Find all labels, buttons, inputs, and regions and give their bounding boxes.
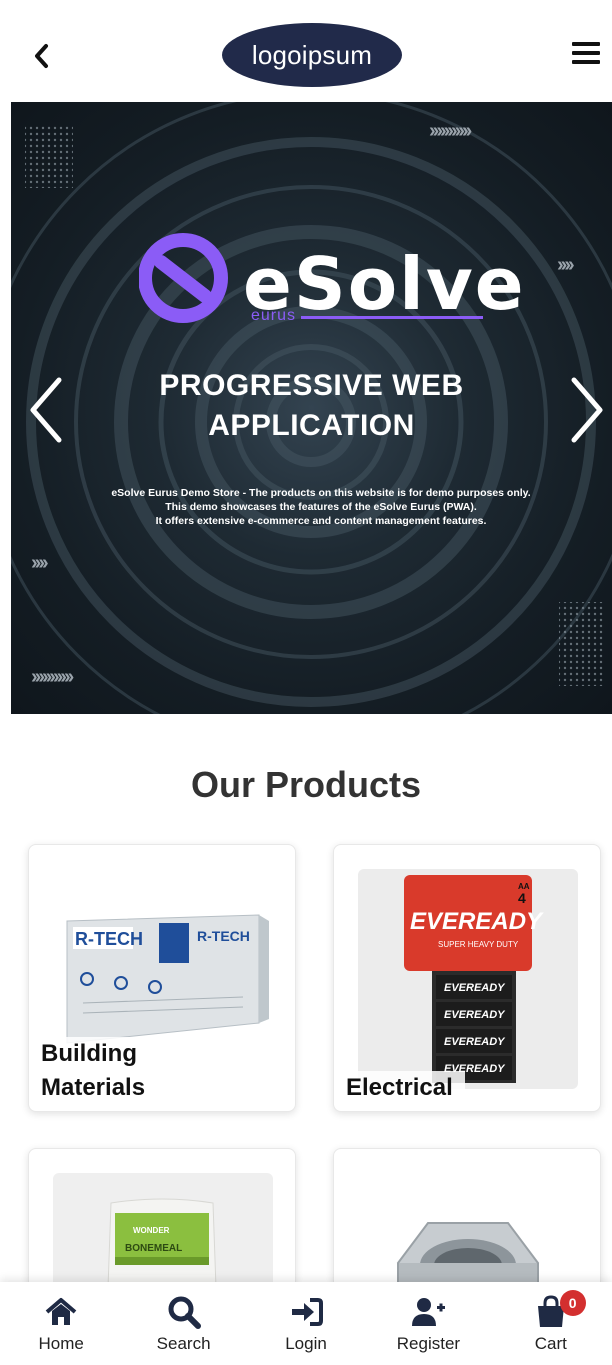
- hero-banner[interactable]: eSolve eurus PROGRESSIVE WEB APPLICATION…: [11, 102, 612, 714]
- nav-label: Cart: [534, 1334, 567, 1353]
- chevron-right-icon: [571, 377, 603, 443]
- chevron-left-icon: [30, 377, 62, 443]
- svg-text:EVEREADY: EVEREADY: [410, 908, 544, 935]
- svg-text:4: 4: [518, 890, 526, 906]
- product-card-label: Electrical: [334, 1071, 465, 1105]
- section-title: Our Products: [190, 764, 422, 805]
- chevron-row-decoration: ››››: [31, 552, 49, 574]
- chevron-row-decoration: ›››››››››››: [31, 666, 74, 688]
- hero-next-button[interactable]: [566, 374, 608, 446]
- svg-text:WONDER: WONDER: [133, 1226, 170, 1235]
- svg-text:R-TECH: R-TECH: [197, 928, 250, 944]
- svg-text:R-TECH: R-TECH: [75, 929, 143, 949]
- back-button[interactable]: [26, 38, 56, 74]
- nav-label: Home: [38, 1334, 84, 1353]
- hero-title: PROGRESSIVE WEB APPLICATION: [159, 369, 464, 442]
- nav-label: Register: [396, 1334, 461, 1353]
- site-logo[interactable]: logoipsum: [222, 23, 402, 87]
- hero-description: eSolve Eurus Demo Store - The products o…: [111, 487, 531, 527]
- product-card-electrical[interactable]: AA 4 EVEREADY SUPER HEAVY DUTY EVEREADY …: [333, 844, 601, 1112]
- login-icon: [292, 1298, 324, 1326]
- user-plus-icon: [412, 1298, 446, 1326]
- svg-text:EVEREADY: EVEREADY: [444, 1009, 506, 1021]
- chevron-row-decoration: ›››››››››››: [429, 120, 472, 142]
- insulation-board-image: R-TECH R-TECH: [66, 914, 269, 1044]
- hero-prev-button[interactable]: [25, 374, 67, 446]
- svg-text:EVEREADY: EVEREADY: [444, 1036, 506, 1048]
- nav-label: Search: [156, 1334, 211, 1353]
- hamburger-menu-icon: [572, 42, 600, 46]
- product-card-building-materials[interactable]: R-TECH R-TECH Building Materials: [28, 844, 296, 1112]
- product-card-label: Building Materials: [29, 1037, 158, 1105]
- app-header: logoipsum: [0, 0, 612, 102]
- nav-search[interactable]: Search: [122, 1282, 244, 1365]
- nav-label: Login: [285, 1334, 327, 1353]
- nav-login[interactable]: Login: [245, 1282, 367, 1365]
- brand-underline: [301, 316, 483, 319]
- nav-cart[interactable]: 0 Cart: [490, 1282, 612, 1365]
- svg-text:EVEREADY: EVEREADY: [444, 982, 506, 994]
- home-icon: [45, 1298, 77, 1325]
- cart-count-badge: 0: [559, 1290, 586, 1316]
- menu-button[interactable]: [572, 42, 600, 70]
- svg-text:BONEMEAL: BONEMEAL: [125, 1243, 182, 1254]
- nav-register[interactable]: Register: [367, 1282, 489, 1365]
- search-icon: [168, 1296, 201, 1329]
- logo-text: logoipsum: [251, 39, 373, 70]
- bottom-navigation: Home Search Login Register 0 Cart: [0, 1282, 612, 1365]
- batteries-pack-image: AA 4 EVEREADY SUPER HEAVY DUTY EVEREADY …: [358, 869, 578, 1089]
- chevron-row-decoration: ››››: [557, 254, 575, 276]
- brand-subtitle: eurus: [251, 307, 297, 324]
- svg-text:SUPER HEAVY DUTY: SUPER HEAVY DUTY: [438, 940, 519, 949]
- chevron-left-icon: [35, 44, 48, 68]
- nav-home[interactable]: Home: [0, 1282, 122, 1365]
